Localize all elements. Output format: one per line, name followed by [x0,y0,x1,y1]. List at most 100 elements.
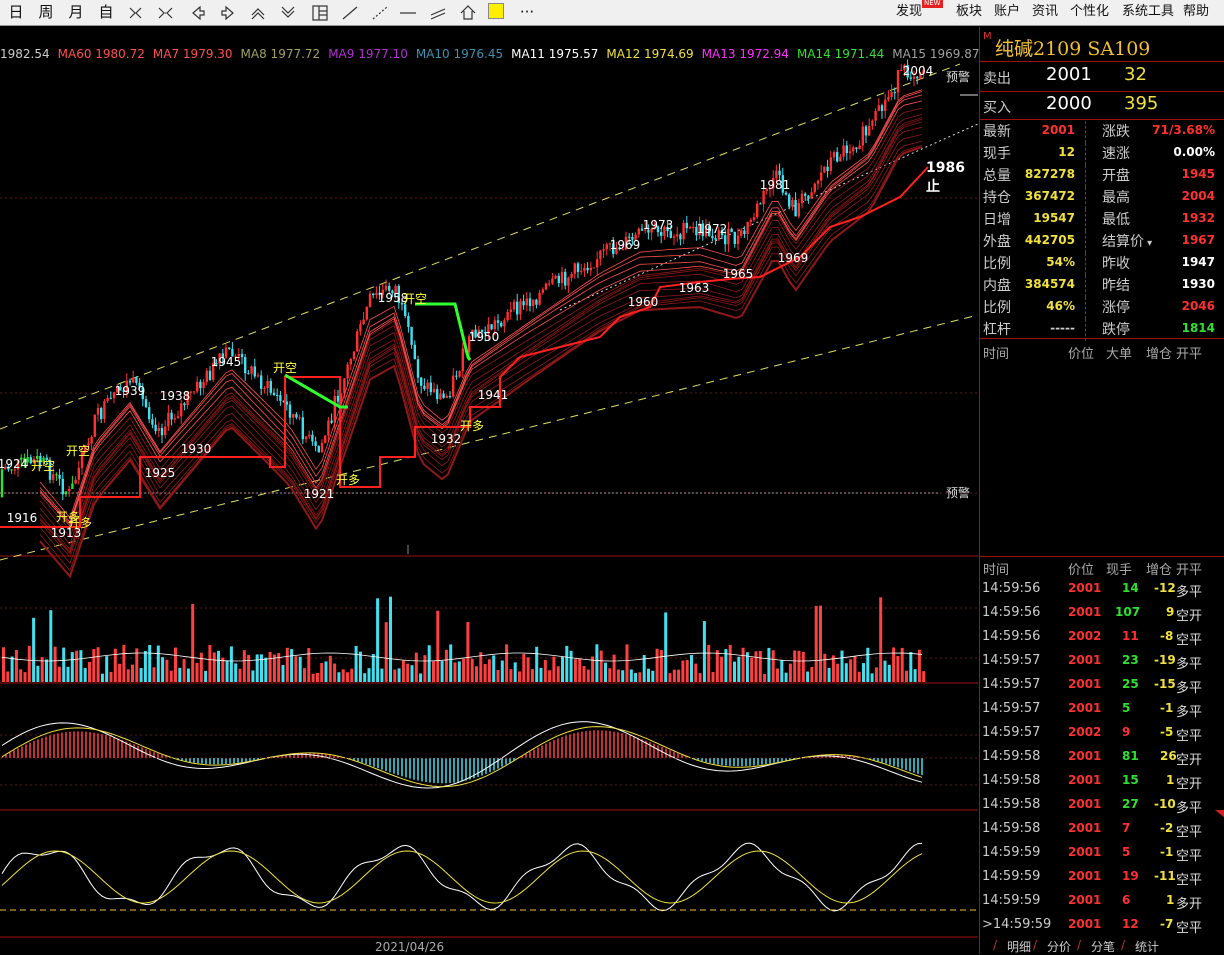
candle-body [304,436,308,440]
candle-body [388,285,391,291]
tick-row[interactable]: 14:59:57 2001 25 -15 多平 [980,675,1224,699]
volume-bar [801,651,805,682]
quote-row: 比例 54% 昨收 1947 [980,253,1224,275]
candle-body [884,99,887,112]
candle-body [413,344,416,360]
candle-body [148,407,151,420]
tick-row[interactable]: 14:59:58 2001 27 -10 多平 [980,795,1224,819]
tick-row[interactable]: 14:59:58 2001 7 -2 空平 [980,819,1224,843]
stat-label: 涨停 [1085,297,1130,319]
candle-body [855,147,858,149]
volume-bar [629,669,633,682]
volume-bar [466,622,470,682]
tab-0[interactable]: 明细 [1007,938,1031,955]
tick-cell: 多开 [1176,897,1203,912]
custom-period-button[interactable]: 自 [96,2,116,22]
volume-bar [569,650,573,682]
chart-area[interactable]: 2004 1981 1973 1972 1969 1969 1965 1960 1963 1950… [0,27,980,954]
volume-bar [535,646,539,682]
volume-bar [100,673,104,682]
bid-volume: 395 [1124,93,1159,114]
volume-bar [341,669,345,682]
tick-cell: 2001 [1068,605,1102,619]
dropdown-arrow-icon[interactable]: ▾ [1144,238,1152,249]
candle-body [679,234,682,240]
stat-value: 2046 [1181,299,1215,313]
stat-value: 2001 [1041,123,1075,137]
tick-cell: 14:59:58 [982,821,1041,836]
tick-row[interactable]: 14:59:58 2001 81 26 空开 [980,747,1224,771]
stat-value: 1967 [1181,233,1215,247]
menu-personalize[interactable]: 个性化 [1070,2,1109,22]
tick-cell: 23 [1122,653,1139,667]
tick-cell: 14:59:58 [982,749,1041,764]
candle-body [589,267,592,271]
price-mark-label: 1939 [115,384,146,398]
tick-cell: 14:59:56 [982,629,1041,644]
week-period-button[interactable]: 周 [36,2,56,22]
volume-bar [462,658,466,682]
tick-cell: 2001 [1068,581,1102,595]
stat-value: 54% [1046,255,1075,269]
volume-bar [19,669,23,682]
tick-row[interactable]: 14:59:56 2001 107 9 空开 [980,603,1224,627]
volume-bar [750,657,754,682]
date-label: 2021/04/26 [375,940,445,954]
candle-body [423,385,426,389]
volume-bar [909,652,913,682]
tick-row[interactable]: 14:59:59 2001 6 1 多开 [980,891,1224,915]
tab-1[interactable]: 分价 [1047,938,1071,955]
candle-body [333,395,336,423]
tick-row[interactable]: 14:59:57 2002 9 -5 空平 [980,723,1224,747]
candle-body [775,170,778,178]
volume-bar [862,663,865,682]
candle-body [336,395,340,402]
color-picker[interactable] [488,3,504,19]
volume-bar [737,656,741,682]
menu-news[interactable]: 资讯 [1032,2,1058,22]
volume-bar [165,659,169,682]
menu-system-tools[interactable]: 系统工具 [1122,2,1174,22]
tick-row[interactable]: 14:59:59 2001 19 -11 空平 [980,867,1224,891]
volume-bar [311,673,315,682]
tab-2[interactable]: 分笔 [1091,938,1115,955]
candle-body [317,446,320,453]
tick-row[interactable]: 14:59:56 2001 14 -12 多平 [980,579,1224,603]
stat-label: 杠杆 [983,322,1011,338]
parallel-line-icon [430,8,446,20]
tick-row[interactable]: >14:59:59 2001 12 -7 空平 [980,915,1224,939]
tick-row[interactable]: 14:59:57 2001 5 -1 多平 [980,699,1224,723]
volume-bar [350,668,354,682]
menu-account[interactable]: 账户 [994,2,1020,22]
tick-row[interactable]: 14:59:58 2001 15 1 空开 [980,771,1224,795]
tick-cell: 14:59:57 [982,701,1041,716]
menu-sector[interactable]: 板块 [956,2,982,22]
candle-body [260,375,263,389]
candle-body [308,434,311,437]
tab-3[interactable]: 统计 [1135,938,1159,955]
candlestick-chart[interactable]: 2004 1981 1973 1972 1969 1969 1965 1960 1963 1950… [0,27,978,954]
volume-bar [432,661,435,682]
stat-value: 46% [1046,299,1075,313]
stat-value: ----- [1050,321,1075,335]
volume-bar [113,648,117,682]
tick-row[interactable]: 14:59:56 2002 11 -8 空平 [980,627,1224,651]
tick-row[interactable]: 14:59:59 2001 5 -1 空平 [980,843,1224,867]
volume-bar [806,671,810,682]
candle-body [874,110,877,121]
more-button[interactable]: ··· [516,2,538,22]
ma-legend-item: MA9 1977.10 [328,47,408,61]
candle-body [554,275,557,279]
tick-cell: 7 [1122,821,1131,835]
stat-value: 384574 [1024,277,1075,291]
tick-row[interactable]: 14:59:57 2001 23 -19 多平 [980,651,1224,675]
day-period-button[interactable]: 日 [6,2,26,22]
volume-bar [810,666,814,682]
volume-bar [788,663,792,682]
month-period-button[interactable]: 月 [66,2,86,22]
candle-body [346,364,349,379]
candle-body [228,347,231,349]
menu-discover[interactable]: 发现 NEW [896,0,943,22]
menu-help[interactable]: 帮助 [1183,2,1209,22]
tick-cell: 14:59:59 [982,893,1041,908]
